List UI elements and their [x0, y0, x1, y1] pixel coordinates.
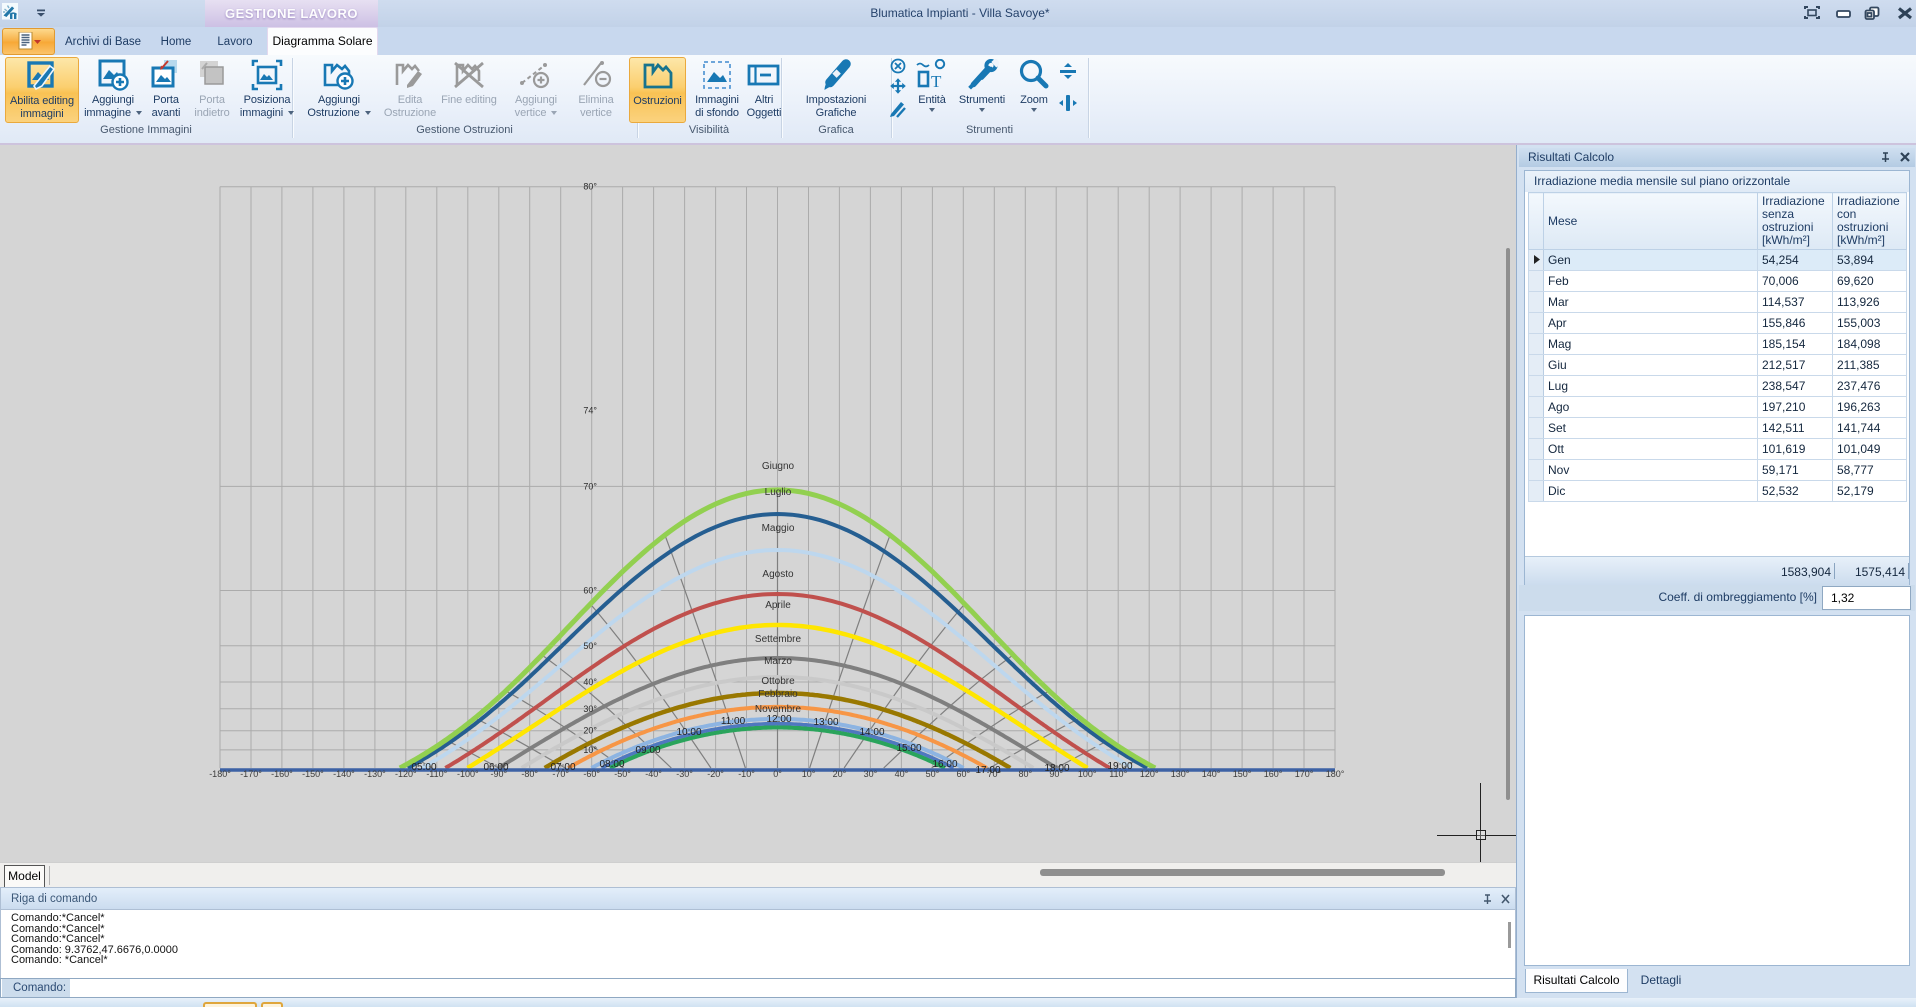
svg-text:Agosto: Agosto	[762, 569, 794, 580]
svg-text:-10°: -10°	[738, 769, 755, 779]
svg-text:20°: 20°	[583, 726, 597, 736]
svg-text:170°: 170°	[1295, 769, 1314, 779]
svg-text:05:00: 05:00	[411, 762, 436, 773]
svg-text:150°: 150°	[1233, 769, 1252, 779]
svg-text:60°: 60°	[956, 769, 970, 779]
svg-text:Marzo: Marzo	[764, 656, 792, 667]
svg-text:Luglio: Luglio	[765, 487, 792, 498]
svg-text:10:00: 10:00	[676, 727, 701, 738]
svg-text:-80°: -80°	[521, 769, 538, 779]
svg-text:06:00: 06:00	[483, 762, 508, 773]
svg-text:80°: 80°	[1018, 769, 1032, 779]
svg-text:09:00: 09:00	[635, 745, 660, 756]
svg-text:30°: 30°	[864, 769, 878, 779]
svg-text:-140°: -140°	[333, 769, 355, 779]
svg-text:140°: 140°	[1202, 769, 1221, 779]
svg-text:50°: 50°	[926, 769, 940, 779]
svg-text:Maggio: Maggio	[762, 523, 795, 534]
svg-text:-50°: -50°	[614, 769, 631, 779]
svg-text:-180°: -180°	[209, 769, 231, 779]
svg-text:-150°: -150°	[302, 769, 324, 779]
svg-text:Febbraio: Febbraio	[758, 689, 798, 700]
svg-text:40°: 40°	[583, 677, 597, 687]
svg-text:-60°: -60°	[583, 769, 600, 779]
svg-text:80°: 80°	[583, 182, 597, 192]
svg-text:0°: 0°	[773, 769, 782, 779]
svg-text:18:00: 18:00	[1044, 763, 1069, 774]
svg-text:T: T	[931, 72, 942, 91]
svg-text:Ottobre: Ottobre	[761, 676, 795, 687]
svg-text:16:00: 16:00	[932, 759, 957, 770]
svg-text:Giugno: Giugno	[762, 461, 795, 472]
svg-text:40°: 40°	[895, 769, 909, 779]
svg-text:-20°: -20°	[707, 769, 724, 779]
svg-text:70°: 70°	[583, 481, 597, 491]
svg-text:08:00: 08:00	[599, 759, 624, 770]
svg-text:120°: 120°	[1140, 769, 1159, 779]
svg-text:60°: 60°	[583, 586, 597, 596]
svg-text:100°: 100°	[1078, 769, 1097, 779]
svg-text:-30°: -30°	[676, 769, 693, 779]
svg-text:15:00: 15:00	[896, 743, 921, 754]
svg-text:180°: 180°	[1326, 769, 1345, 779]
svg-text:130°: 130°	[1171, 769, 1190, 779]
svg-text:50°: 50°	[583, 641, 597, 651]
svg-text:74°: 74°	[583, 406, 597, 416]
svg-text:-40°: -40°	[645, 769, 662, 779]
svg-text:20°: 20°	[833, 769, 847, 779]
svg-text:-160°: -160°	[271, 769, 293, 779]
svg-text:11:00: 11:00	[721, 716, 746, 727]
svg-text:13:00: 13:00	[813, 717, 838, 728]
svg-text:Aprile: Aprile	[765, 600, 791, 611]
svg-text:14:00: 14:00	[859, 727, 884, 738]
svg-text:30°: 30°	[583, 704, 597, 714]
svg-text:19:00: 19:00	[1107, 761, 1132, 772]
svg-text:Settembre: Settembre	[755, 634, 802, 645]
svg-text:07:00: 07:00	[550, 762, 575, 773]
svg-text:10°: 10°	[802, 769, 816, 779]
svg-text:-130°: -130°	[364, 769, 386, 779]
svg-text:12:00: 12:00	[766, 714, 791, 725]
svg-text:10°: 10°	[583, 745, 597, 755]
svg-text:-100°: -100°	[457, 769, 479, 779]
svg-text:17:00: 17:00	[975, 765, 1000, 776]
svg-text:160°: 160°	[1264, 769, 1283, 779]
svg-text:-170°: -170°	[240, 769, 262, 779]
